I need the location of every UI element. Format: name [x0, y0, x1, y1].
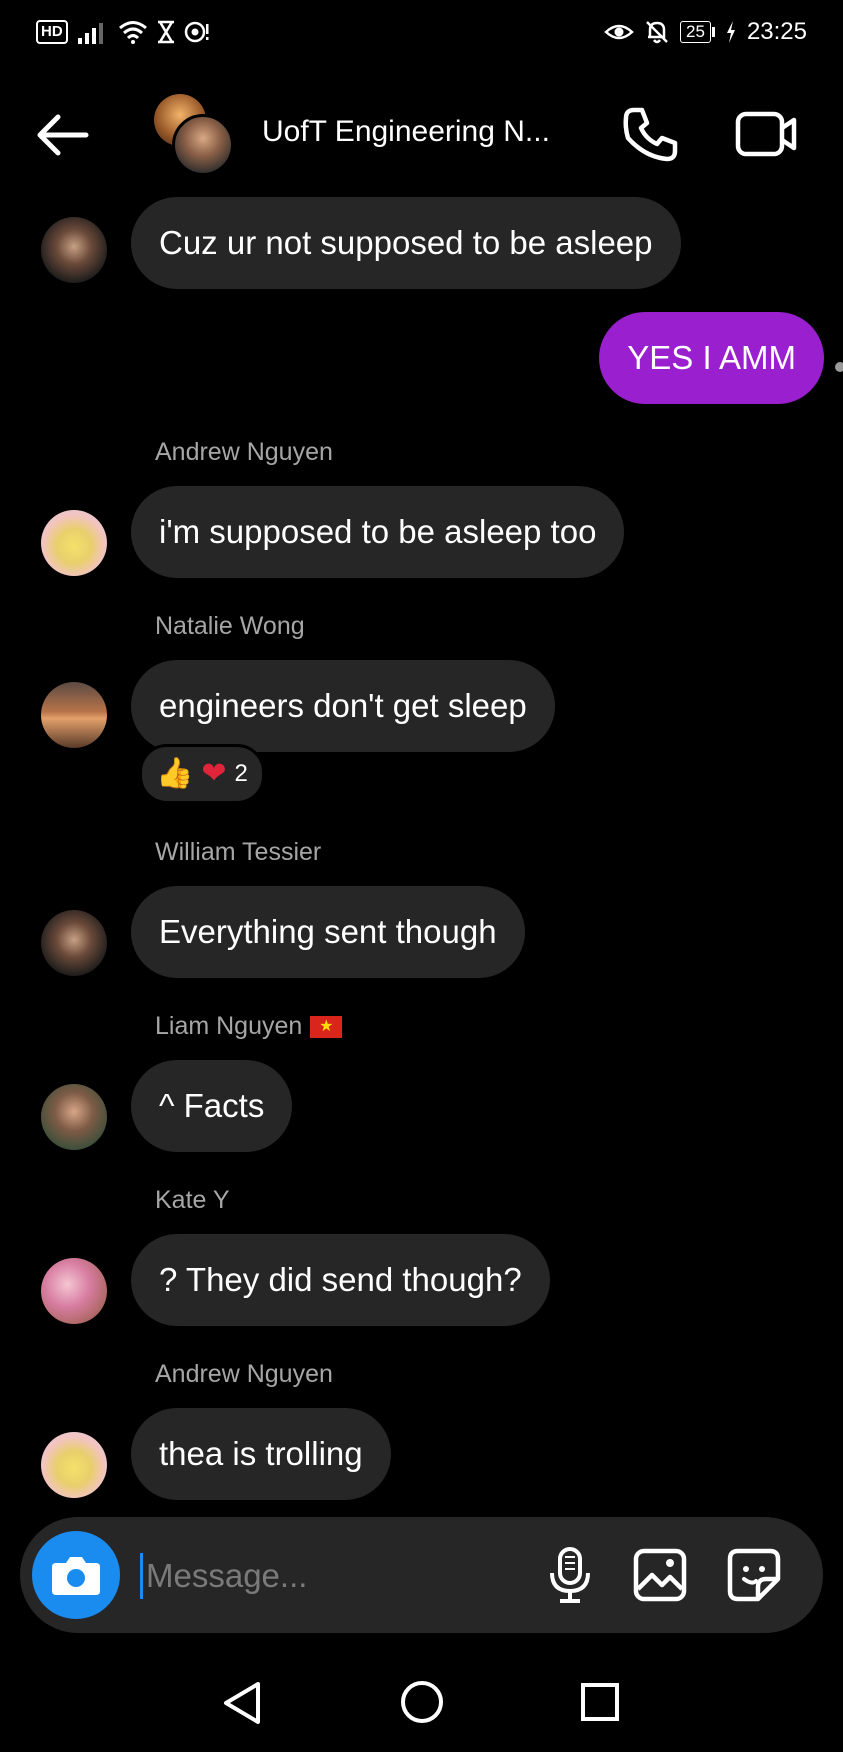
group-avatar[interactable]	[150, 92, 234, 176]
reactions-pill[interactable]: 👍 ❤ 2	[139, 744, 265, 804]
battery-level: 25	[680, 21, 711, 43]
text-cursor	[140, 1553, 143, 1599]
nav-recents-button[interactable]	[578, 1680, 622, 1724]
bell-off-icon	[646, 21, 668, 44]
status-left: HD	[36, 20, 210, 44]
status-right: 25 23:25	[604, 18, 807, 46]
sender-name: William Tessier	[155, 838, 322, 866]
avatar[interactable]	[41, 1432, 107, 1498]
avatar[interactable]	[41, 1084, 107, 1150]
system-nav-bar	[0, 1650, 843, 1752]
message-bubble[interactable]: Everything sent though	[131, 886, 525, 978]
group-avatar-photo-2	[172, 114, 234, 176]
square-recents-icon	[581, 1683, 619, 1721]
heart-reaction: ❤	[201, 757, 227, 790]
chat-title[interactable]: UofT Engineering N...	[262, 115, 550, 149]
sender-name: Andrew Nguyen	[155, 438, 333, 466]
sender-name: Liam Nguyen ★	[155, 1012, 343, 1041]
clock: 23:25	[746, 18, 807, 45]
video-camera-icon	[735, 111, 797, 157]
gallery-button[interactable]	[630, 1545, 690, 1605]
status-bar: HD 25 23:25	[0, 0, 843, 70]
nav-home-button[interactable]	[398, 1678, 446, 1726]
sender-name: Natalie Wong	[155, 612, 305, 640]
camera-button[interactable]	[32, 1531, 120, 1619]
reaction-count: 2	[234, 760, 248, 787]
sender-name: Kate Y	[155, 1186, 230, 1214]
sender-name-text: Liam Nguyen	[155, 1012, 303, 1040]
message-bubble[interactable]: ? They did send though?	[131, 1234, 550, 1326]
hourglass-icon	[157, 20, 174, 44]
message-composer	[20, 1517, 823, 1633]
message-bubble[interactable]: Cuz ur not supposed to be asleep	[131, 197, 681, 289]
avatar[interactable]	[41, 217, 107, 283]
message-list[interactable]: Cuz ur not supposed to be asleep YES I A…	[0, 190, 843, 1510]
my-message-bubble[interactable]: YES I AMM	[599, 312, 824, 404]
eye-icon	[604, 24, 634, 40]
sender-name: Andrew Nguyen	[155, 1360, 333, 1388]
avatar[interactable]	[41, 1258, 107, 1324]
signal-icon	[77, 23, 103, 44]
read-receipt-dot	[835, 362, 843, 372]
back-button[interactable]	[32, 110, 92, 160]
thumbs-up-reaction: 👍	[156, 757, 194, 790]
hd-badge: HD	[36, 20, 68, 44]
wifi-icon	[118, 21, 147, 44]
avatar[interactable]	[41, 682, 107, 748]
camera-icon	[52, 1557, 100, 1595]
circle-home-icon	[401, 1681, 443, 1723]
avatar[interactable]	[41, 910, 107, 976]
phone-icon	[623, 107, 678, 162]
avatar[interactable]	[41, 510, 107, 576]
nav-back-button[interactable]	[220, 1680, 266, 1726]
arrow-left-icon	[37, 114, 89, 156]
voice-message-button[interactable]	[540, 1545, 600, 1605]
battery-tip	[711, 27, 715, 37]
microphone-icon	[550, 1547, 590, 1603]
sticker-icon	[727, 1548, 781, 1602]
message-bubble[interactable]: i'm supposed to be asleep too	[131, 486, 625, 578]
message-bubble[interactable]: engineers don't get sleep	[131, 660, 555, 752]
message-input[interactable]	[144, 1541, 528, 1611]
triangle-back-icon	[224, 1682, 260, 1724]
chat-header: UofT Engineering N...	[0, 80, 843, 190]
message-bubble[interactable]: thea is trolling	[131, 1408, 391, 1500]
video-call-button[interactable]	[734, 104, 798, 164]
battery-indicator: 25	[680, 21, 715, 43]
hotspot-icon	[184, 21, 209, 43]
charging-icon	[726, 21, 735, 43]
image-icon	[633, 1548, 687, 1602]
voice-call-button[interactable]	[620, 104, 680, 164]
vietnam-flag-emoji: ★	[310, 1016, 343, 1039]
message-bubble[interactable]: ^ Facts	[131, 1060, 293, 1152]
sticker-button[interactable]	[724, 1545, 784, 1605]
